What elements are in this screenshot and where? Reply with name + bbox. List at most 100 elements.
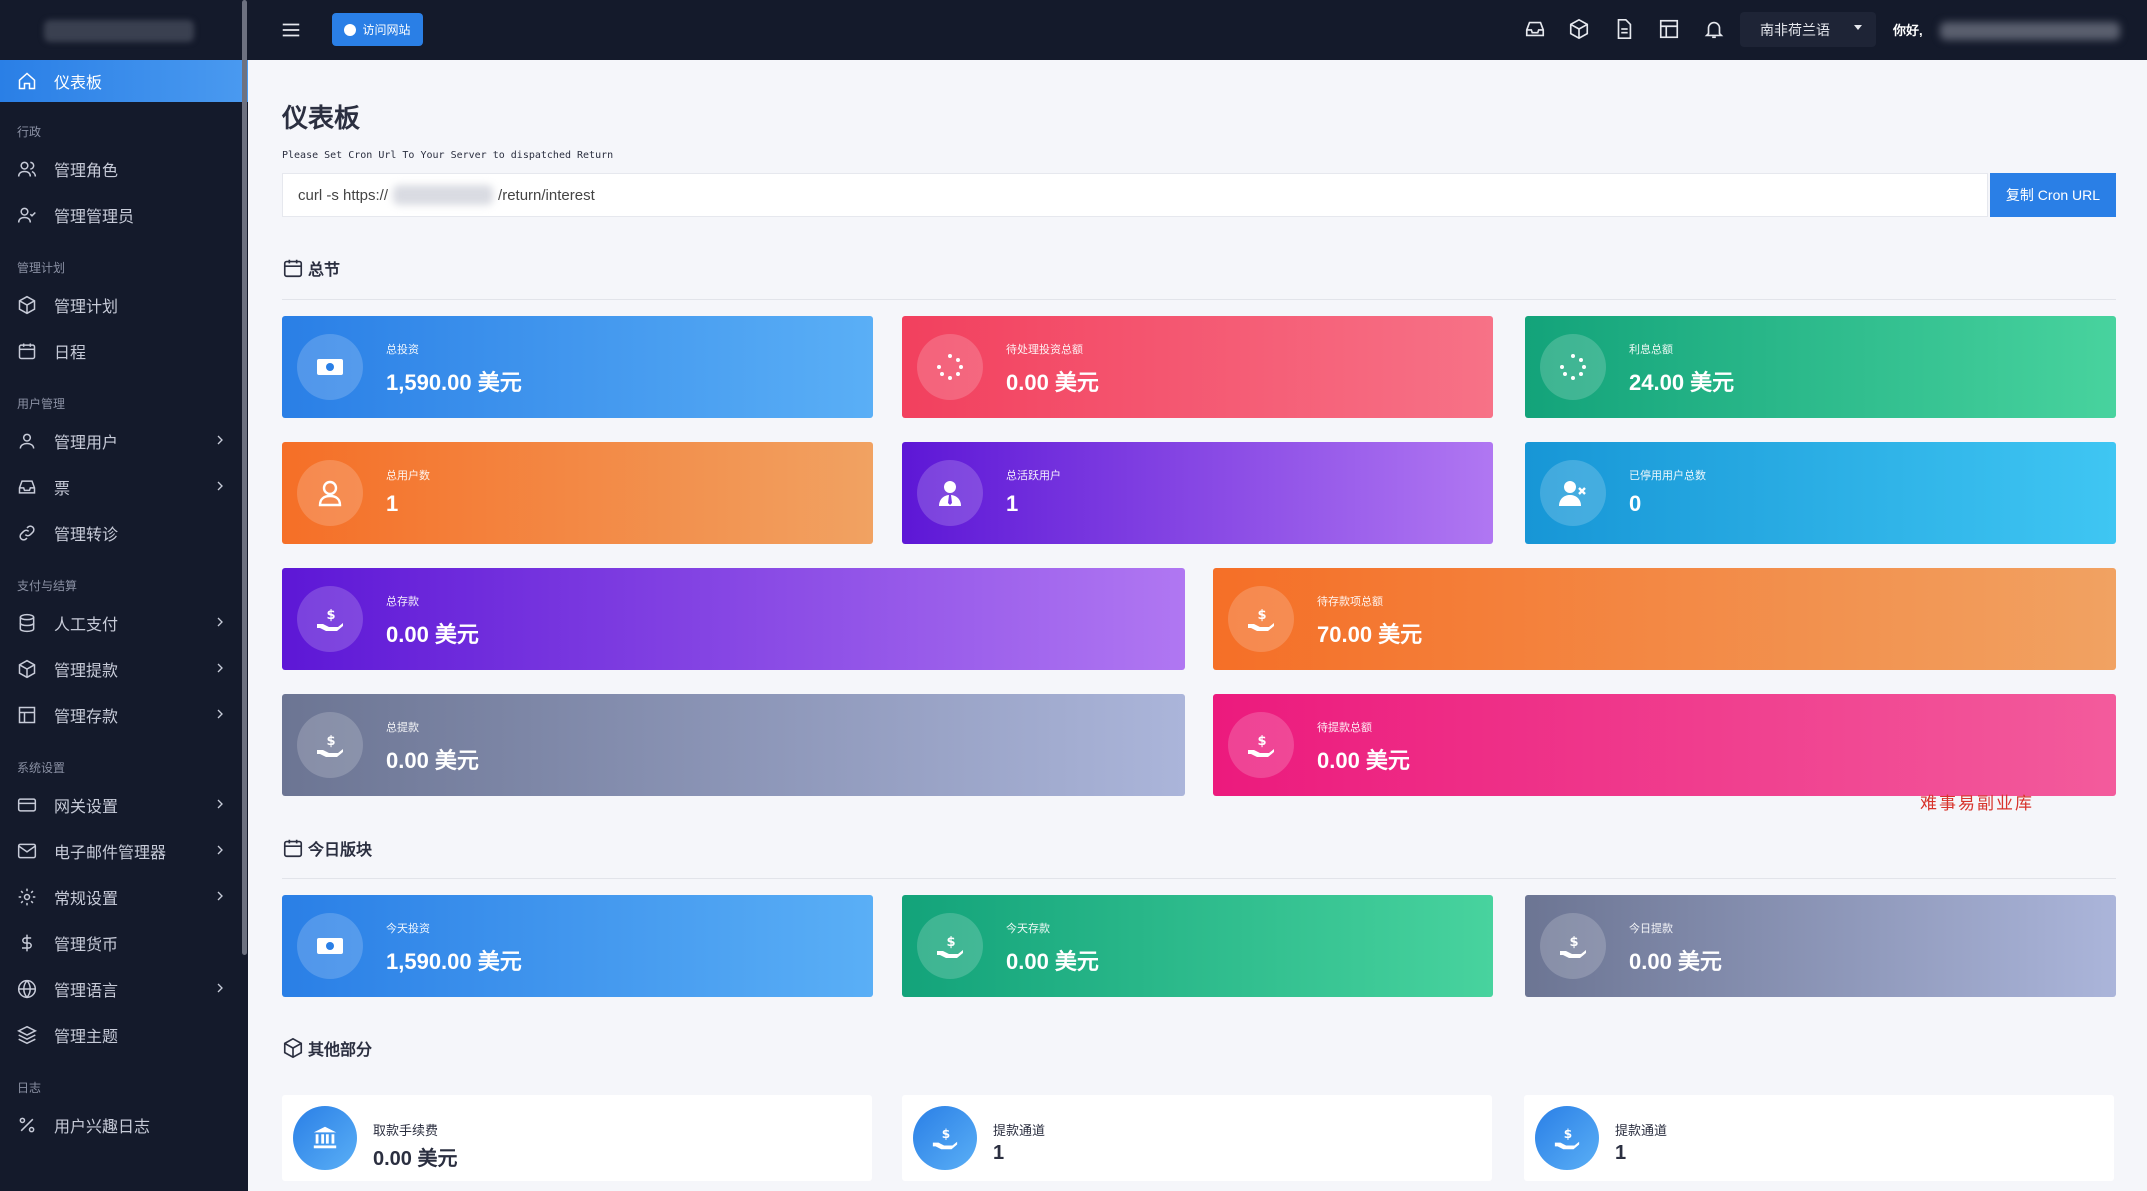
stat-card[interactable]: 总活跃用户 1 [902, 442, 1493, 544]
user-icon [297, 460, 363, 526]
stat-card[interactable]: $ 待提款总额 0.00 美元 [1213, 694, 2116, 796]
stat-card-label: 待存款项总额 [1317, 596, 1383, 608]
sidebar-item-label: 管理货币 [54, 937, 119, 954]
chevron-right-icon [212, 432, 230, 450]
hand-dollar-icon: $ [1540, 913, 1606, 979]
percent-icon [16, 1114, 38, 1136]
visit-website-button[interactable]: 访问网站 [332, 13, 423, 46]
bell-icon[interactable] [1703, 18, 1727, 42]
other-card[interactable]: 取款手续费 0.00 美元 [282, 1095, 872, 1181]
sidebar-item[interactable]: 管理计划 [0, 282, 248, 328]
chevron-right-icon [212, 842, 230, 860]
sidebar-item-label: 网关设置 [54, 799, 119, 816]
other-card-label: 提款通道 [1615, 1123, 1668, 1138]
stat-card-label: 总投资 [386, 344, 419, 356]
sidebar-item[interactable]: 管理主题 [0, 1012, 248, 1058]
stat-card[interactable]: $ 总提款 0.00 美元 [282, 694, 1185, 796]
globe-icon [344, 23, 357, 36]
calendar-icon [283, 839, 303, 858]
other-card-value: 1 [1615, 1142, 1627, 1164]
hand-dollar-icon: $ [297, 712, 363, 778]
stat-card-value: 1,590.00 美元 [386, 370, 522, 395]
stat-card[interactable]: 总投资 1,590.00 美元 [282, 316, 873, 418]
sidebar-item[interactable]: 用户兴趣日志 [0, 1102, 248, 1148]
sidebar-item-label: 电子邮件管理器 [54, 845, 167, 862]
sidebar-item[interactable]: 管理角色 [0, 146, 248, 192]
stat-card-value: 1 [1006, 491, 1019, 516]
divider [282, 299, 2116, 300]
language-value: 南非荷兰语 [1760, 21, 1830, 38]
stat-card[interactable]: $ 今日提款 0.00 美元 [1525, 895, 2116, 997]
box-icon[interactable] [1568, 18, 1592, 42]
stat-card[interactable]: $ 待存款项总额 70.00 美元 [1213, 568, 2116, 670]
calendar-icon [283, 259, 303, 278]
stat-card-value: 24.00 美元 [1629, 370, 1735, 395]
copy-cron-url-button[interactable]: 复制 Cron URL [1990, 173, 2116, 217]
sidebar-item-label: 管理语言 [54, 983, 119, 1000]
inbox-icon[interactable] [1524, 18, 1548, 42]
other-card[interactable]: $ 提款通道 1 [1524, 1095, 2114, 1181]
sidebar-item-label: 票 [54, 481, 71, 498]
cron-url-field[interactable]: curl -s https:// /return/interest [282, 173, 1988, 217]
stat-card-label: 总活跃用户 [1006, 470, 1061, 482]
stat-card[interactable]: 今天投资 1,590.00 美元 [282, 895, 873, 997]
chevron-right-icon [212, 478, 230, 496]
users-icon [16, 158, 38, 180]
sidebar-item[interactable]: 管理用户 [0, 418, 248, 464]
stat-card-value: 0 [1629, 491, 1642, 516]
settings-icon [16, 886, 38, 908]
menu-toggle-icon[interactable] [280, 19, 302, 41]
sidebar-item[interactable]: 管理提款 [0, 646, 248, 692]
stat-card[interactable]: $ 总存款 0.00 美元 [282, 568, 1185, 670]
sidebar-item[interactable]: 电子邮件管理器 [0, 828, 248, 874]
hand-dollar-icon: $ [1228, 712, 1294, 778]
language-select[interactable]: 南非荷兰语 [1740, 12, 1876, 47]
sidebar-item[interactable]: 仪表板 [0, 60, 248, 102]
box-icon [16, 294, 38, 316]
stat-card[interactable]: 待处理投资总额 0.00 美元 [902, 316, 1493, 418]
sidebar-item[interactable]: 票 [0, 464, 248, 510]
file-icon[interactable] [1613, 18, 1637, 42]
sidebar-item-label: 管理管理员 [54, 209, 135, 226]
chevron-right-icon [212, 706, 230, 724]
section-other-heading: 其他部分 [282, 1036, 372, 1060]
sidebar-item[interactable]: 管理管理员 [0, 192, 248, 238]
stat-card-value: 0.00 美元 [386, 748, 479, 773]
user-greeting[interactable]: 你好, [1893, 20, 1923, 39]
stat-card-label: 今天投资 [386, 923, 430, 935]
stat-card[interactable]: 总用户数 1 [282, 442, 873, 544]
sidebar-item[interactable]: 日程 [0, 328, 248, 374]
box-icon [283, 1037, 303, 1059]
sidebar-item[interactable]: 管理转诊 [0, 510, 248, 556]
sidebar-item[interactable]: 管理语言 [0, 966, 248, 1012]
calendar-icon [16, 340, 38, 362]
sidebar-item[interactable]: 常规设置 [0, 874, 248, 920]
stat-card-value: 0.00 美元 [1629, 949, 1722, 974]
sidebar-section-heading: 支付与结算 [17, 579, 78, 593]
sidebar-item[interactable]: 网关设置 [0, 782, 248, 828]
sidebar-item[interactable]: 管理货币 [0, 920, 248, 966]
section-today-title: 今日版块 [308, 842, 373, 859]
other-card[interactable]: $ 提款通道 1 [902, 1095, 1492, 1181]
sidebar-item-label: 人工支付 [54, 617, 119, 634]
cron-url-suffix: /return/interest [498, 186, 595, 204]
stat-card[interactable]: 利息总额 24.00 美元 [1525, 316, 2116, 418]
stat-card[interactable]: 已停用用户总数 0 [1525, 442, 2116, 544]
sidebar-item-label: 管理存款 [54, 709, 119, 726]
chevron-right-icon [212, 660, 230, 678]
chevron-right-icon [212, 796, 230, 814]
sidebar-section-heading: 用户管理 [17, 397, 66, 411]
sidebar-item[interactable]: 管理存款 [0, 692, 248, 738]
stat-card-value: 1,590.00 美元 [386, 949, 522, 974]
stat-card-label: 总用户数 [386, 470, 430, 482]
user-name-redacted[interactable] [1940, 22, 2120, 40]
section-today-heading: 今日版块 [282, 836, 372, 860]
sidebar-item[interactable]: 人工支付 [0, 600, 248, 646]
svg-text:$: $ [326, 608, 335, 623]
layout-icon[interactable] [1658, 18, 1682, 42]
brand-logo[interactable] [0, 0, 248, 60]
sidebar-scrollbar[interactable] [242, 0, 247, 955]
sidebar-section-heading: 系统设置 [17, 761, 66, 775]
stat-card-value: 70.00 美元 [1317, 622, 1423, 647]
stat-card[interactable]: $ 今天存款 0.00 美元 [902, 895, 1493, 997]
